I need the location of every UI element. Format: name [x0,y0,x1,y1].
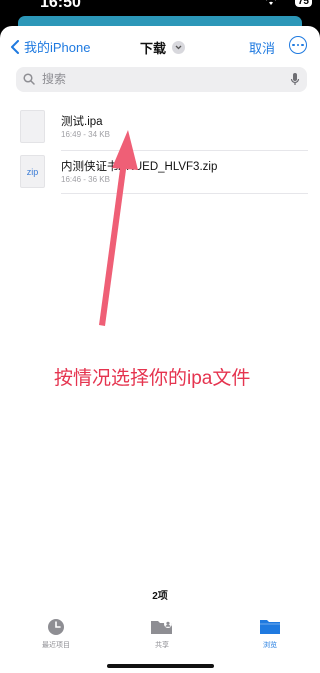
folder-title[interactable]: 下载 [140,38,186,57]
more-options-icon[interactable] [289,36,307,54]
search-input[interactable] [40,71,284,87]
tab-recents[interactable]: 最近项目 [26,618,86,650]
tab-shared[interactable]: 共享 [132,618,192,650]
battery-indicator: 75 [294,0,312,7]
file-thumbnail [20,110,45,143]
list-divider [61,150,308,151]
back-button[interactable]: 我的iPhone [10,37,90,56]
home-indicator [107,664,214,668]
file-meta: 16:49 - 34 KB [61,130,110,139]
tab-label: 浏览 [263,642,277,649]
cancel-button[interactable]: 取消 [249,38,275,57]
annotation-text: 按情况选择你的ipa文件 [54,368,251,389]
tab-bar: 最近项目 共享 浏览 [0,610,320,660]
tab-browse[interactable]: 浏览 [240,618,300,650]
chevron-left-icon [11,39,19,54]
status-time: 16:50 [40,0,81,11]
folder-title-text: 下载 [140,41,167,56]
wifi-icon [264,0,278,9]
shared-folder-icon [151,620,172,634]
file-name: 内测侠证书AKUED_HLVF3.zip [61,161,218,173]
nav-bar: 我的iPhone 下载 取消 [0,26,320,66]
back-label: 我的iPhone [24,40,91,55]
folder-icon [260,620,280,634]
file-meta: 16:46 - 36 KB [61,175,110,184]
tab-label: 最近项目 [42,642,70,649]
search-icon [23,73,35,85]
tab-label: 共享 [155,642,169,649]
zip-file-icon: zip [20,155,45,188]
file-name: 测试.ipa [61,116,103,128]
search-bar[interactable] [16,67,307,92]
chevron-down-icon[interactable] [172,41,186,54]
file-picker-sheet: 我的iPhone 下载 取消 测试.ipa 16:49 - 34 KB zip … [0,26,320,673]
list-divider [61,193,308,194]
microphone-icon[interactable] [290,72,300,86]
item-count: 2项 [152,591,168,602]
clock-icon [48,619,64,635]
